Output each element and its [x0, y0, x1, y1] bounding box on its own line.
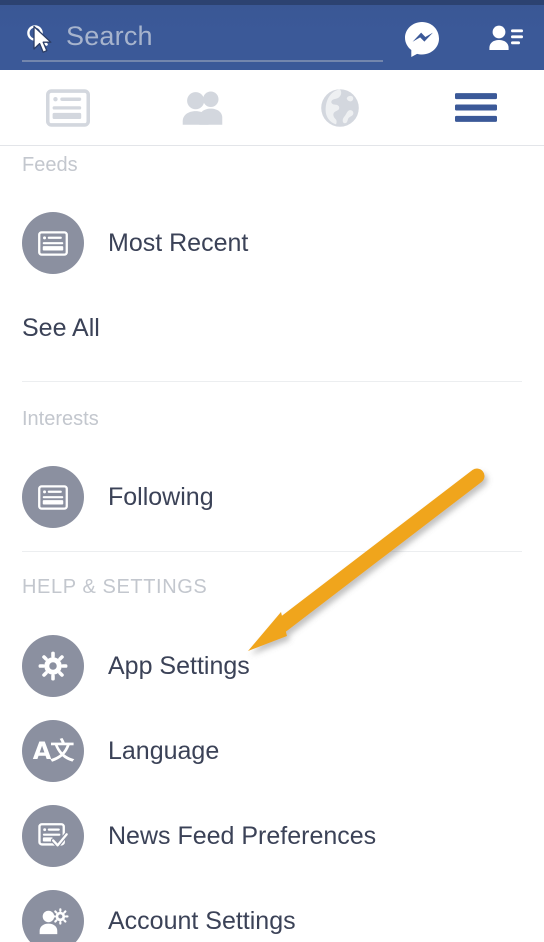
- menu-list: Feeds Most Recent See All Interests Foll…: [0, 146, 544, 942]
- see-all-link[interactable]: See All: [22, 314, 100, 343]
- search-input[interactable]: Search: [66, 21, 153, 52]
- section-heading-help-and-settings: HELP & SETTINGS: [22, 576, 208, 598]
- tab-bar: [0, 70, 544, 146]
- friend-requests-icon[interactable]: [485, 19, 525, 59]
- globe-icon: [319, 87, 361, 129]
- list-item-label: Account Settings: [108, 906, 296, 935]
- list-item-label: App Settings: [108, 651, 250, 680]
- search-underline: [22, 60, 383, 62]
- search-icon: [26, 24, 48, 46]
- person-gear-icon: [22, 890, 84, 942]
- translate-glyph: A文: [32, 737, 75, 765]
- friends-icon: [180, 89, 228, 127]
- tab-friends[interactable]: [136, 70, 272, 145]
- tab-menu[interactable]: [408, 70, 544, 145]
- section-heading-feeds: Feeds: [22, 154, 78, 176]
- list-item-following[interactable]: Following: [0, 462, 544, 532]
- list-item-language[interactable]: A文 Language: [0, 716, 544, 786]
- tab-notifications[interactable]: [272, 70, 408, 145]
- list-item-most-recent[interactable]: Most Recent: [0, 208, 544, 278]
- list-item-label: News Feed Preferences: [108, 821, 377, 850]
- section-divider: [22, 551, 522, 552]
- gear-icon: [22, 635, 84, 697]
- news-feed-icon: [22, 212, 84, 274]
- section-divider: [22, 381, 522, 382]
- list-item-label: Most Recent: [108, 228, 249, 257]
- messenger-icon[interactable]: [402, 19, 442, 59]
- hamburger-menu-icon: [455, 92, 497, 123]
- news-feed-check-icon: [22, 805, 84, 867]
- tab-news-feed[interactable]: [0, 70, 136, 145]
- news-feed-icon: [46, 88, 90, 127]
- list-item-label: Following: [108, 482, 214, 511]
- search-bar[interactable]: Search: [22, 15, 383, 62]
- list-item-account-settings[interactable]: Account Settings: [0, 886, 544, 942]
- section-heading-interests: Interests: [22, 408, 99, 430]
- list-item-app-settings[interactable]: App Settings: [0, 631, 544, 701]
- list-item-news-feed-preferences[interactable]: News Feed Preferences: [0, 801, 544, 871]
- news-feed-icon: [22, 466, 84, 528]
- app-header: Search: [0, 5, 544, 70]
- translate-icon: A文: [22, 720, 84, 782]
- list-item-label: Language: [108, 736, 220, 765]
